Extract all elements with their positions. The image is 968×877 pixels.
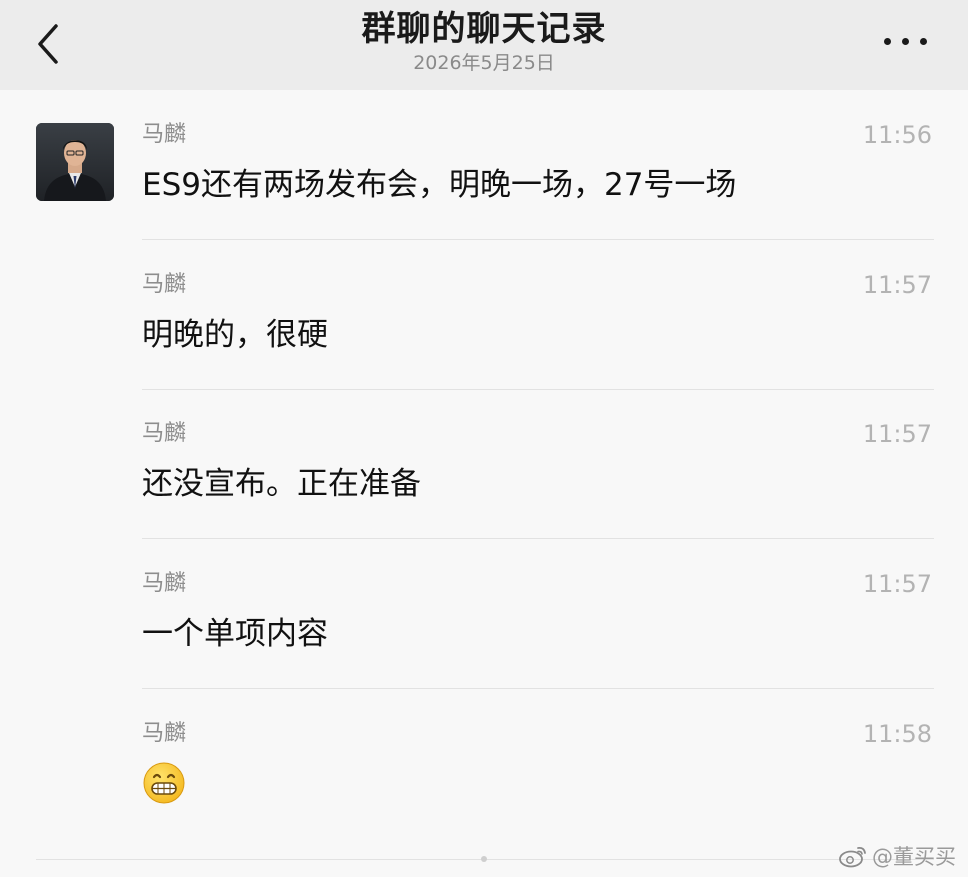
grinning-face-emoji-icon (142, 761, 186, 805)
sender-name: 马麟 (142, 122, 187, 147)
sender-name: 马麟 (142, 272, 187, 297)
message-item[interactable]: 马麟 11:58 (142, 721, 934, 821)
avatar-photo (36, 123, 114, 201)
message-time: 11:57 (862, 271, 932, 299)
divider (142, 538, 934, 539)
message-text: ES9还有两场发布会，明晚一场，27号一场 (142, 167, 737, 203)
message-item[interactable]: 马麟 11:57 一个单项内容 (142, 571, 934, 671)
chat-history-page: 群聊的聊天记录 2026年5月25日 马麟 11:56 ES9还有两场发布会，明… (0, 0, 968, 877)
divider (142, 688, 934, 689)
message-time: 11:56 (862, 121, 932, 149)
sender-name: 马麟 (142, 421, 187, 446)
title-block: 群聊的聊天记录 2026年5月25日 (200, 6, 768, 74)
message-time: 11:57 (862, 570, 932, 598)
more-dot (902, 38, 909, 45)
avatar[interactable] (36, 123, 114, 201)
chevron-left-icon (38, 24, 58, 64)
back-button[interactable] (28, 22, 72, 66)
message-time: 11:57 (862, 420, 932, 448)
message-text: 一个单项内容 (142, 616, 328, 652)
message-item[interactable]: 马麟 11:57 明晚的，很硬 (142, 272, 934, 372)
sender-name: 马麟 (142, 721, 187, 746)
page-title: 群聊的聊天记录 (361, 9, 607, 49)
message-text: 还没宣布。正在准备 (142, 466, 421, 502)
weibo-icon (838, 844, 868, 868)
message-text: 明晚的，很硬 (142, 317, 328, 353)
scroll-indicator (481, 856, 487, 862)
divider (142, 389, 934, 390)
watermark-text: @董买买 (872, 845, 956, 869)
divider (142, 239, 934, 240)
message-time: 11:58 (862, 720, 932, 748)
top-bar: 群聊的聊天记录 2026年5月25日 (0, 0, 968, 90)
more-button[interactable] (882, 26, 932, 56)
more-dot (920, 38, 927, 45)
sender-name: 马麟 (142, 571, 187, 596)
message-item[interactable]: 马麟 11:56 ES9还有两场发布会，明晚一场，27号一场 (142, 122, 934, 222)
watermark: @董买买 (838, 841, 956, 871)
more-dot (884, 38, 891, 45)
page-date: 2026年5月25日 (413, 52, 555, 74)
message-item[interactable]: 马麟 11:57 还没宣布。正在准备 (142, 421, 934, 521)
